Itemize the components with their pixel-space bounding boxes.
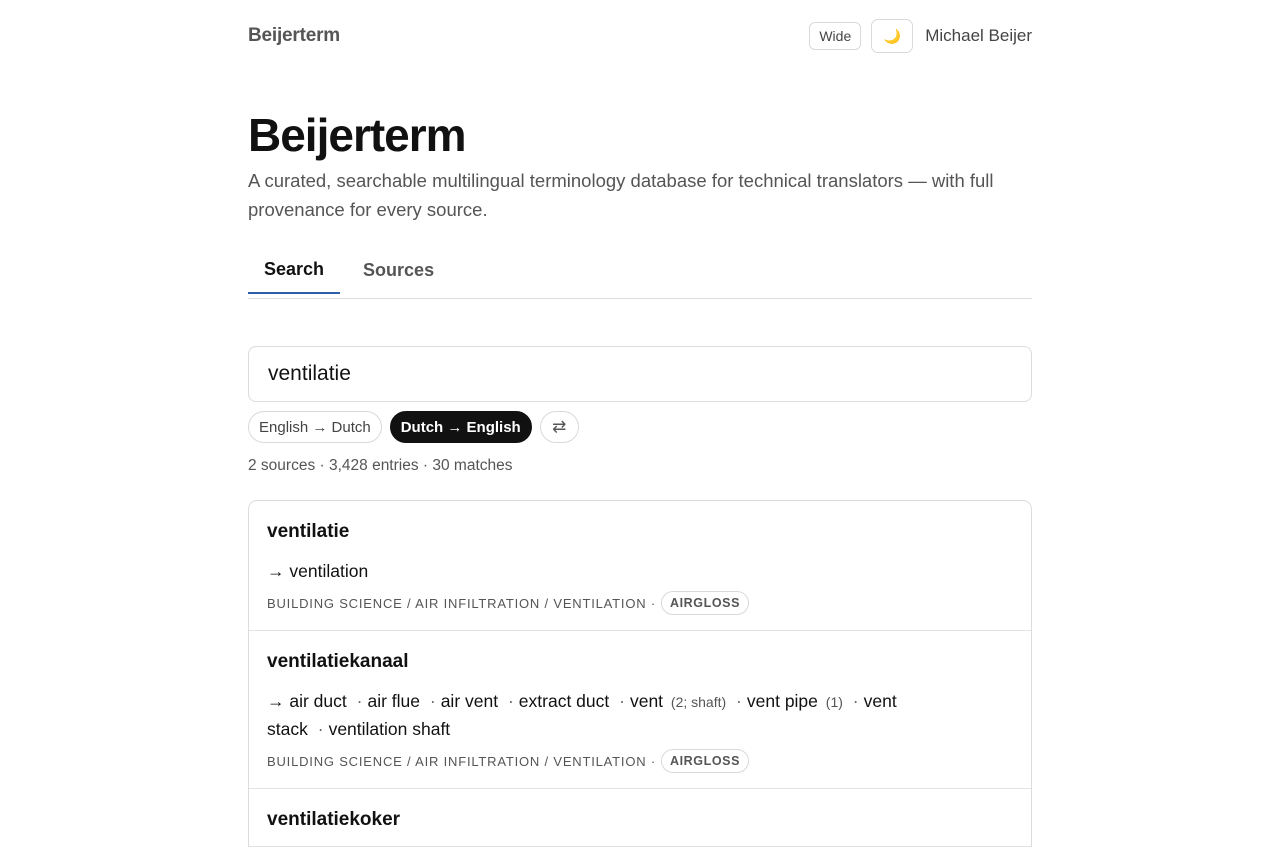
separator-dot: · xyxy=(852,691,859,711)
separator-dot: · xyxy=(429,691,436,711)
page-title: Beijerterm xyxy=(248,109,467,161)
result-entry: ventilatiekanaal → air duct · air flue · ai… xyxy=(249,631,1031,789)
swap-arrows-icon: ⇄ xyxy=(552,417,567,436)
tab-sources[interactable]: Sources xyxy=(347,247,450,294)
moon-icon: 🌙 xyxy=(883,27,901,44)
entry-translations: → air duct · air flue · air vent · extract … xyxy=(267,688,927,743)
translation-note: (2; shaft) xyxy=(670,694,727,710)
separator-dot: · xyxy=(619,691,625,711)
top-bar-actions: Wide 🌙 Michael Beijer xyxy=(809,19,1032,53)
entry-translations: → ventilation xyxy=(267,558,927,585)
entry-term[interactable]: ventilatiekoker xyxy=(267,809,1013,831)
page-container: Beijerterm Wide 🌙 Michael Beijer Beijert… xyxy=(248,0,1032,847)
wide-layout-button[interactable]: Wide xyxy=(809,22,862,50)
source-badge[interactable]: AIRGLOSS xyxy=(660,749,750,773)
arrow-icon: → xyxy=(267,691,290,711)
entry-meta: BUILDING SCIENCE / AIR INFILTRATION / VE… xyxy=(267,749,1013,773)
result-entry: ventilatie → ventilation BUILDING SCIENCE… xyxy=(249,501,1031,631)
translation-note: (1) xyxy=(825,694,843,710)
user-name-link[interactable]: Michael Beijer xyxy=(925,26,1032,46)
domain-path: BUILDING SCIENCE / AIR INFILTRATION / VE… xyxy=(267,595,656,611)
source-badge[interactable]: AIRGLOSS xyxy=(660,591,750,615)
separator-dot: · xyxy=(507,691,514,711)
direction-nl-en-button[interactable]: Dutch → English xyxy=(389,411,532,443)
search-stats: 2 sources · 3,428 entries · 30 matches xyxy=(248,457,513,474)
result-entry: ventilatiekoker xyxy=(249,789,1031,847)
separator-dot: · xyxy=(317,719,324,739)
translation-term[interactable]: vent pipe xyxy=(747,691,818,711)
page-subtitle: A curated, searchable multilingual termi… xyxy=(248,170,994,220)
tab-search[interactable]: Search xyxy=(248,247,341,294)
domain-path: BUILDING SCIENCE / AIR INFILTRATION / VE… xyxy=(267,753,656,769)
translation-term[interactable]: extract duct xyxy=(519,691,609,711)
top-bar: Beijerterm Wide 🌙 Michael Beijer xyxy=(248,0,1032,72)
translation-term[interactable]: ventilation xyxy=(289,561,368,581)
tab-bar: Search Sources xyxy=(248,252,1032,299)
arrow-icon: → xyxy=(267,561,290,581)
translation-term[interactable]: air vent xyxy=(441,691,498,711)
brand-logo[interactable]: Beijerterm xyxy=(248,25,340,47)
translation-term[interactable]: vent xyxy=(630,691,663,711)
separator-dot: · xyxy=(356,691,363,711)
theme-toggle-button[interactable]: 🌙 xyxy=(871,19,914,53)
direction-en-nl-button[interactable]: English → Dutch xyxy=(248,411,382,443)
swap-direction-button[interactable]: ⇄ xyxy=(539,411,579,443)
entry-term[interactable]: ventilatie xyxy=(267,521,1013,543)
separator-dot: · xyxy=(736,691,742,711)
results-list: ventilatie → ventilation BUILDING SCIENCE… xyxy=(248,500,1032,847)
direction-selector: English → Dutch Dutch → English ⇄ xyxy=(248,411,579,443)
entry-term[interactable]: ventilatiekanaal xyxy=(267,651,1013,673)
translation-term[interactable]: air flue xyxy=(367,691,420,711)
translation-term[interactable]: air duct xyxy=(289,691,346,711)
entry-meta: BUILDING SCIENCE / AIR INFILTRATION / VE… xyxy=(267,591,1013,615)
search-input[interactable]: ventilatie xyxy=(248,346,1032,402)
translation-term[interactable]: ventilation shaft xyxy=(329,719,451,739)
